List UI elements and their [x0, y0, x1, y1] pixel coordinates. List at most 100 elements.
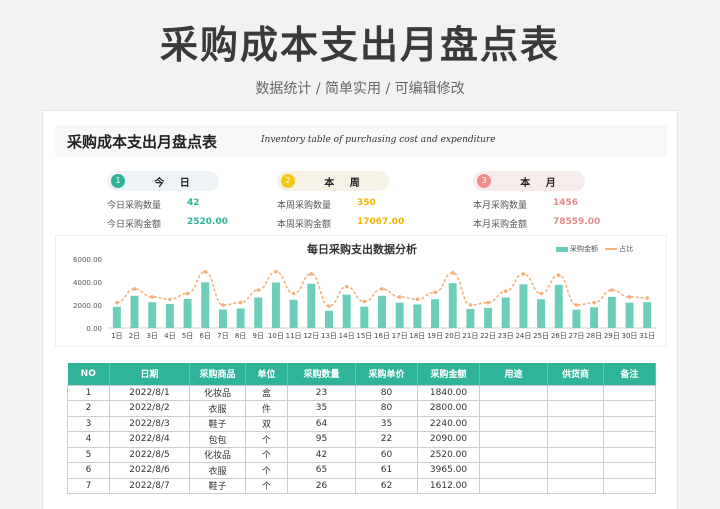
table-cell[interactable]: 64	[287, 415, 356, 432]
column-header[interactable]: 采购数量	[287, 363, 356, 385]
table-row[interactable]: 1 2022/8/1 化妆品盒 23 80 1840.00	[67, 384, 656, 401]
table-cell[interactable]: 1	[67, 384, 110, 401]
table-cell[interactable]: 个	[245, 431, 288, 448]
table-cell[interactable]	[603, 477, 656, 494]
table-cell[interactable]: 2022/8/5	[109, 446, 190, 463]
table-cell[interactable]: 60	[355, 446, 418, 463]
table-cell[interactable]: 个	[245, 477, 288, 494]
line-point	[610, 288, 614, 292]
card-label: 本 月	[520, 178, 562, 189]
table-cell[interactable]	[547, 477, 604, 494]
table-cell[interactable]	[479, 415, 548, 432]
table-cell[interactable]: 化妆品	[189, 384, 246, 401]
column-header[interactable]: 备注	[603, 363, 656, 385]
table-cell[interactable]	[603, 462, 656, 479]
table-cell[interactable]: 2022/8/4	[109, 431, 190, 448]
table-cell[interactable]	[479, 400, 548, 417]
table-cell[interactable]: 2	[67, 400, 110, 417]
table-cell[interactable]: 个	[245, 462, 288, 479]
table-cell[interactable]: 2022/8/3	[109, 415, 190, 432]
bar	[413, 304, 422, 328]
table-cell[interactable]	[547, 462, 604, 479]
table-row[interactable]: 6 2022/8/6 衣服个 65 61 3965.00	[67, 462, 656, 479]
number-badge-icon: 1	[111, 174, 125, 188]
table-cell[interactable]	[547, 384, 604, 401]
table-cell[interactable]	[603, 415, 656, 432]
table-cell[interactable]: 1840.00	[417, 384, 480, 401]
table-cell[interactable]	[479, 462, 548, 479]
table-cell[interactable]: 2022/8/2	[109, 400, 190, 417]
table-row[interactable]: 7 2022/8/7 鞋子个 26 62 1612.00	[67, 477, 656, 494]
table-cell[interactable]: 6	[67, 462, 110, 479]
table-row[interactable]: 2 2022/8/2 衣服件 35 80 2800.00	[67, 400, 656, 417]
table-cell[interactable]: 鞋子	[189, 477, 246, 494]
table-cell[interactable]: 2240.00	[417, 415, 480, 432]
column-header[interactable]: 供货商	[547, 363, 604, 385]
column-header[interactable]: 日期	[109, 363, 190, 385]
table-cell[interactable]: 42	[287, 446, 356, 463]
table-cell[interactable]: 2022/8/7	[109, 477, 190, 494]
table-cell[interactable]: 鞋子	[189, 415, 246, 432]
table-cell[interactable]	[479, 384, 548, 401]
table-cell[interactable]: 35	[287, 400, 356, 417]
table-cell[interactable]	[547, 400, 604, 417]
table-cell[interactable]	[603, 384, 656, 401]
table-cell[interactable]: 95	[287, 431, 356, 448]
table-cell[interactable]: 3	[67, 415, 110, 432]
table-cell[interactable]: 23	[287, 384, 356, 401]
column-header[interactable]: 单位	[245, 363, 288, 385]
table-cell[interactable]: 5	[67, 446, 110, 463]
table-cell[interactable]: 2800.00	[417, 400, 480, 417]
table-cell[interactable]	[479, 477, 548, 494]
table-cell[interactable]	[603, 400, 656, 417]
table-cell[interactable]: 双	[245, 415, 288, 432]
table-cell[interactable]	[547, 431, 604, 448]
table-cell[interactable]: 80	[355, 400, 418, 417]
table-cell[interactable]: 包包	[189, 431, 246, 448]
table-cell[interactable]	[603, 446, 656, 463]
table-cell[interactable]: 65	[287, 462, 356, 479]
table-cell[interactable]: 61	[355, 462, 418, 479]
table-row[interactable]: 4 2022/8/4 包包个 95 22 2090.00	[67, 431, 656, 448]
table-cell[interactable]: 2022/8/6	[109, 462, 190, 479]
column-header[interactable]: 采购商品	[189, 363, 246, 385]
table-cell[interactable]: 62	[355, 477, 418, 494]
table-cell[interactable]	[547, 446, 604, 463]
page-subtitle: 数据统计 / 简单实用 / 可编辑修改	[255, 81, 465, 97]
table-row[interactable]: 5 2022/8/5 化妆品个 42 60 2520.00	[67, 446, 656, 463]
table-cell[interactable]: 衣服	[189, 400, 246, 417]
x-tick-label: 19日	[427, 332, 443, 340]
bar	[537, 299, 546, 328]
bar	[271, 282, 280, 328]
line-point	[362, 299, 367, 304]
table-cell[interactable]: 化妆品	[189, 446, 246, 463]
table-cell[interactable]: 2520.00	[417, 446, 480, 463]
table-row[interactable]: 3 2022/8/3 鞋子双 64 35 2240.00	[67, 415, 656, 432]
x-tick-label: 15日	[356, 332, 372, 340]
table-cell[interactable]: 7	[67, 477, 110, 494]
x-tick-label: 14日	[339, 332, 355, 340]
table-cell[interactable]	[479, 446, 548, 463]
table-cell[interactable]: 35	[355, 415, 418, 432]
table-cell[interactable]	[479, 431, 548, 448]
table-cell[interactable]: 26	[287, 477, 356, 494]
table-cell[interactable]	[547, 415, 604, 432]
table-cell[interactable]: 3965.00	[417, 462, 480, 479]
table-cell[interactable]: 盒	[245, 384, 288, 401]
table-cell[interactable]: 80	[355, 384, 418, 401]
table-cell[interactable]: 2022/8/1	[109, 384, 190, 401]
column-header[interactable]: 用途	[479, 363, 548, 385]
table-cell[interactable]: 件	[245, 400, 288, 417]
table-cell[interactable]: 22	[355, 431, 418, 448]
table-cell[interactable]: 衣服	[189, 462, 246, 479]
column-header[interactable]: NO	[67, 363, 110, 385]
table-cell[interactable]: 个	[245, 446, 288, 463]
table-cell[interactable]: 4	[67, 431, 110, 448]
column-header[interactable]: 采购单价	[355, 363, 418, 385]
amount-value: 78559.00	[553, 217, 601, 227]
table-cell[interactable]	[603, 431, 656, 448]
table-cell[interactable]: 2090.00	[417, 431, 480, 448]
column-header[interactable]: 采购金额	[417, 363, 480, 385]
bar	[324, 310, 333, 328]
table-cell[interactable]: 1612.00	[417, 477, 480, 494]
